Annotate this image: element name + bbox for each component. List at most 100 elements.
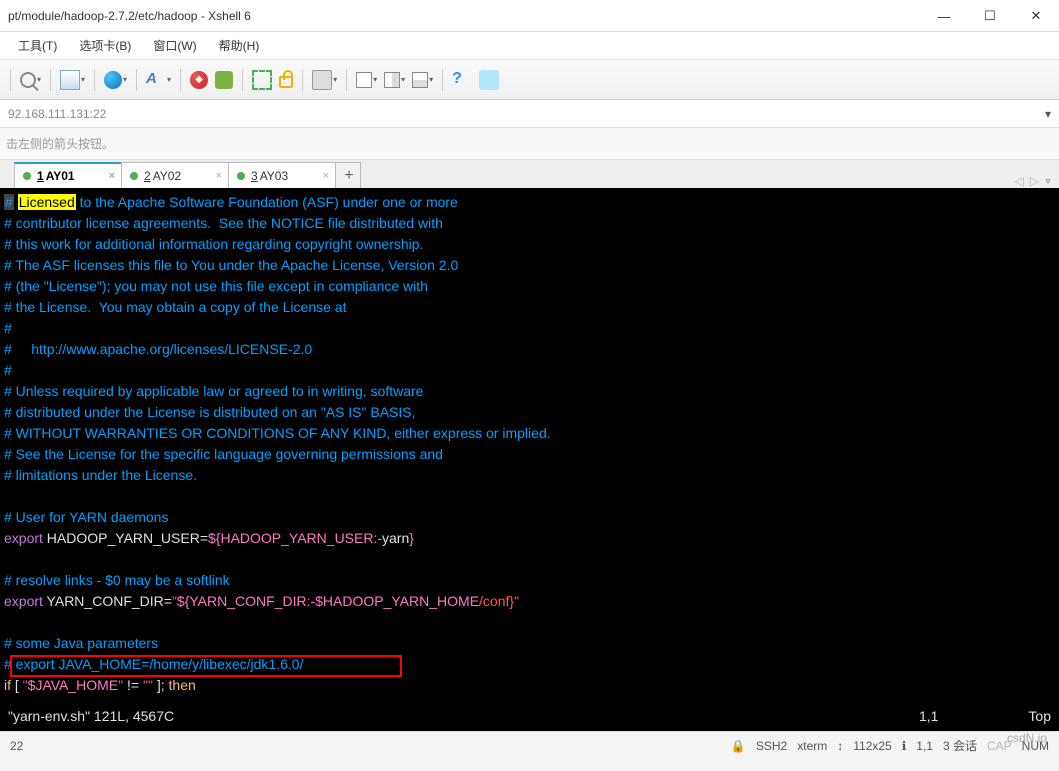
terminal[interactable]: # Licensed to the Apache Software Founda… — [0, 188, 1059, 731]
terminal-line: # http://www.apache.org/licenses/LICENSE… — [4, 339, 1059, 360]
terminal-line: # WITHOUT WARRANTIES OR CONDITIONS OF AN… — [4, 423, 1059, 444]
terminal-line: export YARN_CONF_DIR="${YARN_CONF_DIR:-$… — [4, 591, 1059, 612]
session-tab-AY03[interactable]: 3 AY03× — [228, 162, 336, 188]
terminal-line — [4, 486, 1059, 507]
copy-icon — [60, 70, 80, 90]
terminal-line: # — [4, 360, 1059, 381]
menu-bar: 工具(T) 选项卡(B) 窗口(W) 帮助(H) — [0, 32, 1059, 60]
lock-button[interactable] — [277, 70, 295, 90]
menu-options[interactable]: 选项卡(B) — [71, 34, 139, 57]
address-bar[interactable]: 92.168.111.131:22 ▾ — [0, 100, 1059, 128]
terminal-line — [4, 612, 1059, 633]
minimize-button[interactable]: — — [921, 0, 967, 32]
status-dot-icon — [237, 172, 245, 180]
footer-ssh-icon: 🔒 — [731, 739, 746, 753]
terminal-line: # The ASF licenses this file to You unde… — [4, 255, 1059, 276]
layout3-button[interactable]: ▾ — [410, 70, 435, 90]
terminal-line: # resolve links - $0 may be a softlink — [4, 570, 1059, 591]
terminal-line: # the License. You may obtain a copy of … — [4, 297, 1059, 318]
terminal-line: # contributor license agreements. See th… — [4, 213, 1059, 234]
tab-close-icon[interactable]: × — [216, 170, 222, 182]
menu-window[interactable]: 窗口(W) — [145, 34, 204, 57]
status-dot-icon — [130, 172, 138, 180]
search-icon — [20, 72, 36, 88]
chat-icon — [479, 70, 499, 90]
terminal-line: # export JAVA_HOME=/home/y/libexec/jdk1.… — [4, 654, 1059, 675]
footer-pos: 1,1 — [916, 739, 933, 753]
maximize-button[interactable]: ☐ — [967, 0, 1013, 32]
layout1-button[interactable]: ▾ — [354, 70, 379, 90]
status-line: "yarn-env.sh" 121L, 4567C 1,1 Top — [8, 706, 1051, 727]
layout2-button[interactable]: ▾ — [382, 70, 407, 90]
status-scroll: Top — [1028, 706, 1051, 727]
window-controls: — ☐ ✕ — [921, 0, 1059, 31]
play-button[interactable] — [213, 69, 235, 91]
help-button[interactable]: ? — [450, 68, 474, 92]
keyboard-button[interactable]: ▾ — [310, 68, 339, 92]
tab-scroll-left[interactable]: ◁ — [1015, 174, 1024, 188]
web-button[interactable]: ▾ — [102, 69, 129, 91]
footer-sess: 3 会话 — [943, 737, 977, 754]
footer-ssh: SSH2 — [756, 739, 787, 753]
toolbar: ▾ ▾ ▾ A▾ ◆ ▾ ▾ ▾ ▾ ? — [0, 60, 1059, 100]
terminal-line: # this work for additional information r… — [4, 234, 1059, 255]
help-icon: ? — [452, 70, 472, 90]
tab-bar: 1 AY01×2 AY02×3 AY03× + ◁ ▷ ▾ — [0, 160, 1059, 188]
dropdown-icon[interactable]: ▾ — [1045, 107, 1051, 121]
chat-button[interactable] — [477, 68, 501, 92]
lock-icon — [279, 76, 293, 88]
terminal-line: # Unless required by applicable law or a… — [4, 381, 1059, 402]
footer-term: xterm — [797, 739, 827, 753]
layout3-icon — [412, 72, 428, 88]
terminal-line: # limitations under the License. — [4, 465, 1059, 486]
menu-help[interactable]: 帮助(H) — [211, 34, 268, 57]
layout2-icon — [384, 72, 400, 88]
footer-bar: 22 🔒 SSH2 xterm ↕ 112x25 ℹ 1,1 3 会话 CAP NU… — [0, 731, 1059, 759]
status-pos: 1,1 — [919, 706, 938, 727]
tab-list-dropdown[interactable]: ▾ — [1045, 174, 1051, 188]
terminal-line: if [ "$JAVA_HOME" != "" ]; then — [4, 675, 1059, 696]
fullscreen-icon — [252, 70, 272, 90]
tab-scroll: ◁ ▷ ▾ — [1015, 174, 1059, 188]
tab-scroll-right[interactable]: ▷ — [1030, 174, 1039, 188]
layout1-icon — [356, 72, 372, 88]
title-bar: pt/module/hadoop-2.7.2/etc/hadoop - Xshe… — [0, 0, 1059, 32]
font-button[interactable]: A▾ — [144, 68, 173, 92]
terminal-line: # See the License for the specific langu… — [4, 444, 1059, 465]
record-button[interactable]: ◆ — [188, 69, 210, 91]
footer-num: NUM — [1022, 739, 1049, 753]
record-icon: ◆ — [190, 71, 208, 89]
footer-size-icon: ↕ — [837, 739, 843, 753]
footer-size: 112x25 — [853, 739, 891, 753]
terminal-line: # distributed under the License is distr… — [4, 402, 1059, 423]
search-button[interactable]: ▾ — [18, 70, 43, 90]
terminal-line: export HADOOP_YARN_USER=${HADOOP_YARN_US… — [4, 528, 1059, 549]
copy-button[interactable]: ▾ — [58, 68, 87, 92]
footer-cap: CAP — [987, 739, 1012, 753]
terminal-line: # Licensed to the Apache Software Founda… — [4, 192, 1059, 213]
session-tab-AY02[interactable]: 2 AY02× — [121, 162, 229, 188]
window-title: pt/module/hadoop-2.7.2/etc/hadoop - Xshe… — [8, 9, 251, 23]
hint-bar: 击左侧的箭头按钮。 — [0, 128, 1059, 160]
keyboard-icon — [312, 70, 332, 90]
footer-pos-icon: ℹ — [902, 739, 907, 753]
tab-close-icon[interactable]: × — [109, 170, 115, 182]
tab-close-icon[interactable]: × — [323, 170, 329, 182]
status-file: "yarn-env.sh" 121L, 4567C — [8, 706, 174, 727]
menu-tools[interactable]: 工具(T) — [10, 34, 65, 57]
terminal-line: # User for YARN daemons — [4, 507, 1059, 528]
tab-add-button[interactable]: + — [335, 162, 361, 188]
play-icon — [215, 71, 233, 89]
terminal-line — [4, 549, 1059, 570]
close-button[interactable]: ✕ — [1013, 0, 1059, 32]
terminal-line: # some Java parameters — [4, 633, 1059, 654]
hint-text: 击左侧的箭头按钮。 — [6, 135, 114, 152]
terminal-line: # (the "License"); you may not use this … — [4, 276, 1059, 297]
status-dot-icon — [23, 172, 31, 180]
globe-icon — [104, 71, 122, 89]
terminal-line: # — [4, 318, 1059, 339]
session-tab-AY01[interactable]: 1 AY01× — [14, 162, 122, 188]
fullscreen-button[interactable] — [250, 68, 274, 92]
font-icon: A — [146, 70, 166, 90]
footer-left: 22 — [10, 739, 23, 753]
